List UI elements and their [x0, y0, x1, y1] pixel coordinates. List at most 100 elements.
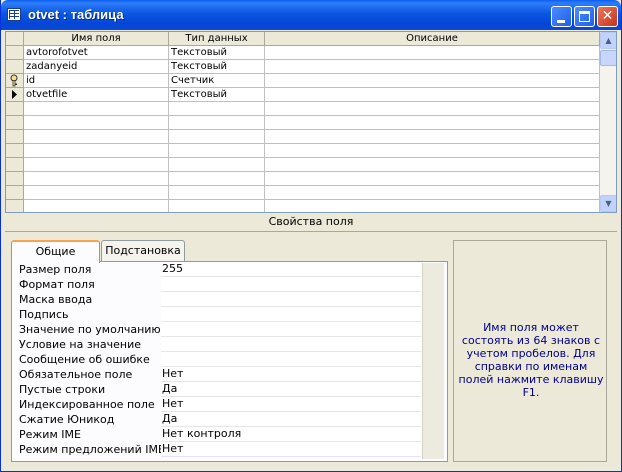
grid-cell-field-name[interactable]: otvetfile: [24, 88, 169, 102]
grid-cell-description[interactable]: [265, 200, 600, 212]
grid-cell-description[interactable]: [265, 102, 600, 116]
grid-cell-field-name[interactable]: [24, 186, 169, 200]
scroll-down-icon[interactable]: ▼: [600, 195, 616, 212]
grid-cell-field-name[interactable]: zadanyeid: [24, 60, 169, 74]
title-bar[interactable]: otvet : таблица ✕: [1, 0, 621, 30]
row-selector[interactable]: [6, 60, 24, 74]
properties-scroll-area: [422, 263, 444, 459]
property-label: Формат поля: [19, 278, 95, 291]
property-label: Условие на значение: [19, 338, 141, 351]
row-selector[interactable]: [6, 144, 24, 158]
tab-general[interactable]: Общие: [11, 240, 100, 263]
maximize-button[interactable]: [574, 6, 595, 27]
grid-cell-field-name[interactable]: [24, 172, 169, 186]
property-value[interactable]: 255: [161, 262, 421, 277]
row-selector[interactable]: [6, 172, 24, 186]
row-selector[interactable]: [6, 130, 24, 144]
property-label: Режим IME: [19, 428, 81, 441]
property-value[interactable]: [161, 277, 421, 292]
grid-cell-description[interactable]: [265, 60, 600, 74]
header-data-type: Тип данных: [169, 32, 265, 46]
property-label: Сжатие Юникод: [19, 413, 115, 426]
table-design-window: otvet : таблица ✕ Имя поля Тип данных Оп…: [0, 0, 622, 472]
property-label: Режим предложений IME: [19, 443, 165, 456]
grid-cell-data-type[interactable]: Текстовый: [169, 88, 265, 102]
property-label: Значение по умолчанию: [19, 323, 161, 336]
grid-cell-data-type[interactable]: [169, 144, 265, 158]
tab-lookup[interactable]: Подстановка: [101, 240, 185, 262]
property-value[interactable]: Да: [161, 382, 421, 397]
grid-cell-data-type[interactable]: Текстовый: [169, 46, 265, 60]
property-value[interactable]: Нет: [161, 367, 421, 382]
property-label: Размер поля: [19, 263, 92, 276]
property-value[interactable]: [161, 352, 421, 367]
grid-cell-description[interactable]: [265, 144, 600, 158]
grid-cell-data-type[interactable]: [169, 158, 265, 172]
property-value[interactable]: Нет контроля: [161, 427, 421, 442]
header-description: Описание: [265, 32, 600, 46]
grid-cell-data-type[interactable]: Текстовый: [169, 60, 265, 74]
grid-cell-data-type[interactable]: [169, 102, 265, 116]
minimize-button[interactable]: [551, 6, 572, 27]
property-value[interactable]: [161, 307, 421, 322]
close-icon: ✕: [601, 8, 614, 24]
property-value[interactable]: [161, 292, 421, 307]
property-label: Маска ввода: [19, 293, 93, 306]
property-label: Обязательное поле: [19, 368, 133, 381]
grid-cell-field-name[interactable]: [24, 116, 169, 130]
close-button[interactable]: ✕: [597, 6, 618, 27]
property-value[interactable]: Нет: [161, 442, 421, 457]
current-row-icon: [12, 90, 17, 99]
grid-cell-data-type[interactable]: [169, 200, 265, 212]
table-icon: [7, 8, 21, 21]
grid-cell-data-type[interactable]: [169, 186, 265, 200]
row-selector[interactable]: [6, 88, 24, 102]
property-label: Подпись: [19, 308, 69, 321]
grid-cell-field-name[interactable]: [24, 130, 169, 144]
grid-cell-description[interactable]: [265, 130, 600, 144]
grid-cell-field-name[interactable]: avtorofotvet: [24, 46, 169, 60]
property-value[interactable]: [161, 322, 421, 337]
field-grid: Имя поля Тип данных Описание ▲ ▼ avtorof…: [5, 31, 617, 213]
grid-cell-data-type[interactable]: Счетчик: [169, 74, 265, 88]
row-selector[interactable]: [6, 46, 24, 60]
primary-key-icon: [10, 74, 18, 87]
grid-cell-description[interactable]: [265, 172, 600, 186]
grid-cell-description[interactable]: [265, 158, 600, 172]
property-value[interactable]: Нет: [161, 397, 421, 412]
header-field-name: Имя поля: [24, 32, 169, 46]
hint-panel: Имя поля может состоять из 64 знаков с у…: [453, 240, 607, 462]
grid-cell-data-type[interactable]: [169, 116, 265, 130]
grid-corner[interactable]: [6, 32, 24, 46]
property-value[interactable]: [161, 337, 421, 352]
row-selector[interactable]: [6, 186, 24, 200]
grid-cell-description[interactable]: [265, 186, 600, 200]
grid-scrollbar[interactable]: ▲ ▼: [600, 32, 616, 212]
property-value[interactable]: Да: [161, 412, 421, 427]
row-selector[interactable]: [6, 74, 24, 88]
grid-cell-description[interactable]: [265, 116, 600, 130]
hint-text: Имя поля может состоять из 64 знаков с у…: [458, 321, 604, 399]
row-selector[interactable]: [6, 116, 24, 130]
grid-cell-description[interactable]: [265, 74, 600, 88]
window-title: otvet : таблица: [28, 7, 124, 22]
grid-cell-field-name[interactable]: [24, 144, 169, 158]
minimize-icon: [557, 20, 565, 23]
row-selector[interactable]: [6, 200, 24, 212]
property-label: Сообщение об ошибке: [19, 353, 150, 366]
field-properties-title: Свойства поля: [268, 215, 354, 228]
row-selector[interactable]: [6, 158, 24, 172]
grid-cell-field-name[interactable]: id: [24, 74, 169, 88]
grid-cell-description[interactable]: [265, 88, 600, 102]
grid-cell-field-name[interactable]: [24, 200, 169, 212]
grid-cell-data-type[interactable]: [169, 130, 265, 144]
property-label: Пустые строки: [19, 383, 106, 396]
grid-cell-field-name[interactable]: [24, 158, 169, 172]
grid-cell-description[interactable]: [265, 46, 600, 60]
grid-cell-field-name[interactable]: [24, 102, 169, 116]
scroll-up-icon[interactable]: ▲: [600, 32, 616, 49]
row-selector[interactable]: [6, 102, 24, 116]
grid-cell-data-type[interactable]: [169, 172, 265, 186]
scroll-thumb[interactable]: [600, 50, 616, 66]
property-label: Индексированное поле: [19, 398, 155, 411]
